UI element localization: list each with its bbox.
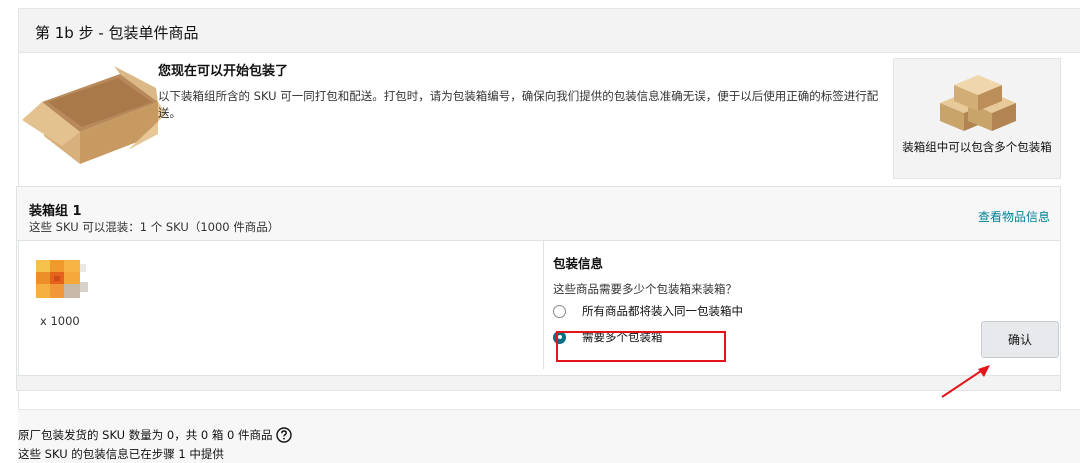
group-footer-bar [16,375,1061,391]
packing-question: 这些商品需要多少个包装箱来装箱？ [553,282,737,296]
option-single-box-label[interactable]: 所有商品都将装入同一包装箱中 [582,303,743,319]
step-header: 第 1b 步 - 包装单件商品 [19,9,1080,53]
sku-quantity: x 1000 [40,314,80,328]
summary-line-1-text: 原厂包装发货的 SKU 数量为 0，共 0 箱 0 件商品 [18,428,273,442]
stacked-boxes-icon [940,75,1016,131]
annotation-arrow-icon [941,365,990,398]
sku-column: x 1000 [17,241,544,369]
confirm-button[interactable]: 确认 [981,321,1059,358]
packing-info-title: 包装信息 [553,256,604,271]
intro-text: 以下装箱组所含的 SKU 可一同打包和配送。打包时，请为包装箱编号，确保向我们提… [158,89,879,120]
open-cardboard-box-icon [22,66,166,164]
multi-box-caption: 装箱组中可以包含多个包装箱 [902,140,1052,154]
group-subtitle: 这些 SKU 可以混装：1 个 SKU（1000 件商品） [29,220,280,234]
option-single-box[interactable]: 所有商品都将装入同一包装箱中 [553,302,743,320]
radio-single-box[interactable] [553,304,566,318]
help-icon[interactable] [275,427,292,443]
packing-group-panel: 装箱组 1 这些 SKU 可以混装：1 个 SKU（1000 件商品） 查看物品… [16,186,1061,391]
summary-line-1: 原厂包装发货的 SKU 数量为 0，共 0 箱 0 件商品 [18,427,292,443]
view-item-info-link[interactable]: 查看物品信息 [978,208,1050,225]
step-title: 第 1b 步 - 包装单件商品 [35,24,199,42]
product-thumbnail [36,260,88,298]
multi-box-card: 装箱组中可以包含多个包装箱 [893,58,1061,179]
group-title: 装箱组 1 [29,204,82,219]
group-header: 装箱组 1 这些 SKU 可以混装：1 个 SKU（1000 件商品） 查看物品… [17,187,1060,241]
summary-line-2: 这些 SKU 的包装信息已在步骤 1 中提供 [18,447,224,461]
intro-title: 您现在可以开始包装了 [158,64,289,79]
annotation-highlight-box [556,331,726,362]
